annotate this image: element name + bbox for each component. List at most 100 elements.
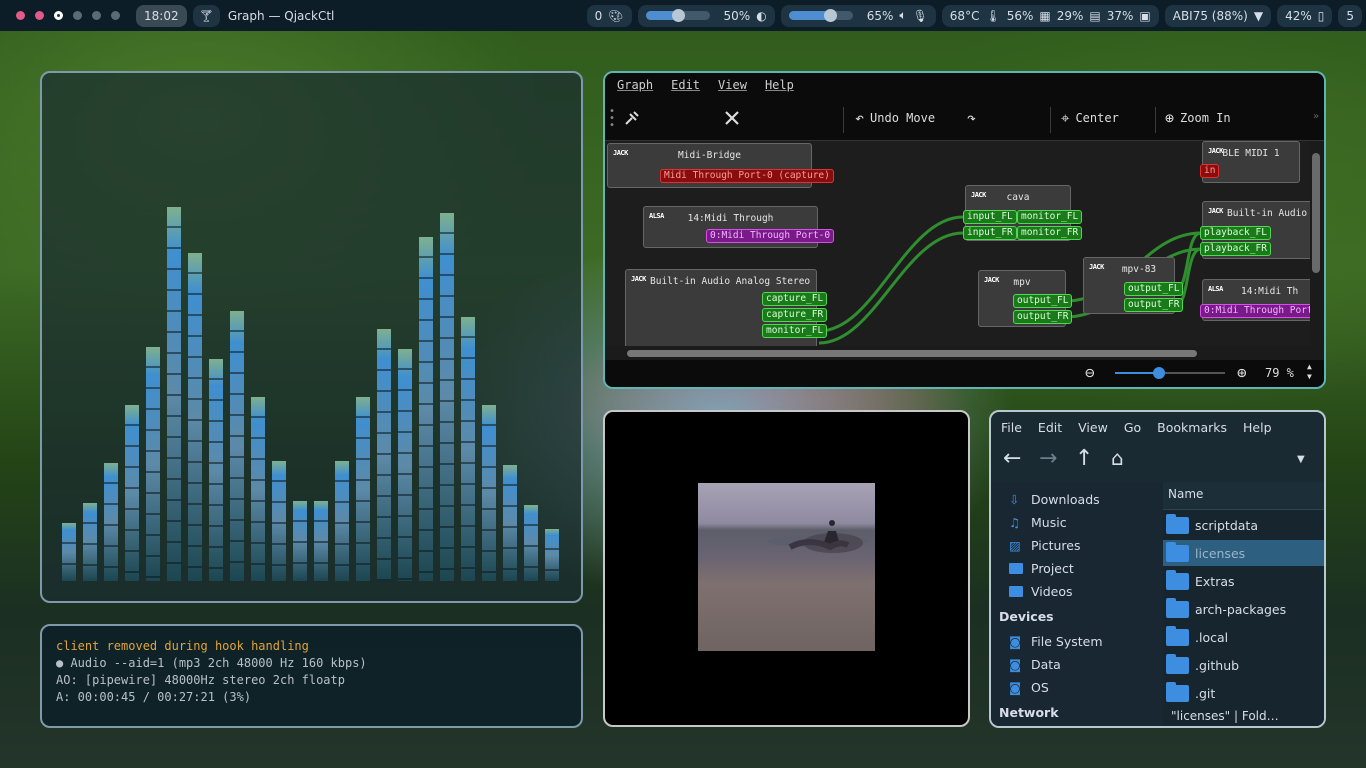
port-monitor-fl[interactable]: monitor_FL (762, 324, 828, 338)
volume-widget[interactable]: 50% ◐ (637, 4, 775, 27)
menu-edit[interactable]: Edit (1038, 420, 1062, 435)
menu-go[interactable]: Go (1124, 420, 1141, 435)
port-in[interactable]: in (1200, 164, 1220, 178)
connect-button[interactable] (623, 109, 641, 127)
file-manager-window[interactable]: File Edit View Go Bookmarks Help ← → ↑ ⌂… (989, 410, 1326, 728)
port-midi-through-0[interactable]: 0:Midi Through Port-0 (706, 229, 835, 243)
workspace-dot-4[interactable] (73, 11, 82, 20)
node-midi-through[interactable]: ALSA 14:Midi Through 0:Midi Through Port… (643, 206, 835, 248)
file-row-licenses[interactable]: licenses (1163, 540, 1324, 566)
port-input-fr[interactable]: input_FR (963, 226, 1017, 240)
workspace-dot-5[interactable] (92, 11, 101, 20)
sidebar-item-videos[interactable]: Videos (1009, 584, 1073, 599)
sidebar-item-os[interactable]: ◙ OS (1009, 680, 1049, 695)
port-capture-fl[interactable]: capture_FL (762, 292, 828, 306)
node-midi-through-right[interactable]: ALSA 14:Midi Th 0:Midi Through Port- (1200, 279, 1310, 321)
horizontal-scrollbar[interactable] (627, 350, 1197, 357)
node-ble-midi[interactable]: JACK BLE MIDI 1 in (1200, 141, 1300, 183)
port-input-fl[interactable]: input_FL (963, 210, 1017, 224)
undo-move-button[interactable]: ↶ Undo Move (855, 109, 935, 127)
port-playback-fr[interactable]: playback_FR (1200, 242, 1271, 256)
port-monitor-fr[interactable]: monitor_FR (1017, 226, 1083, 240)
sidebar-item-music[interactable]: ♫ Music (1009, 515, 1067, 530)
zoom-in-icon[interactable]: ⊕ (1237, 363, 1247, 382)
workspace-dot-1[interactable] (16, 11, 25, 20)
vertical-scrollbar[interactable] (1312, 153, 1320, 273)
menu-bookmarks[interactable]: Bookmarks (1157, 420, 1227, 435)
disconnect-icon (725, 111, 739, 125)
menu-help[interactable]: Help (1243, 420, 1272, 435)
sidebar-item-pictures[interactable]: ▨ Pictures (1009, 538, 1081, 553)
disconnect-button[interactable] (723, 109, 741, 127)
menu-file[interactable]: File (1001, 420, 1022, 435)
file-row-extras[interactable]: Extras (1163, 568, 1324, 594)
workspace-indicators[interactable] (0, 11, 120, 20)
battery-widget[interactable]: 42% ▯ (1277, 4, 1333, 27)
workspace-dot-3[interactable] (54, 11, 63, 20)
port-output-fr[interactable]: output_FR (1013, 310, 1073, 324)
notification-counter[interactable]: 0 🎨︎ (586, 4, 632, 27)
menu-edit[interactable]: Edit (671, 78, 700, 92)
video-frame[interactable] (698, 483, 875, 651)
volume-knob[interactable] (671, 9, 685, 22)
sidebar-item-project[interactable]: Project (1009, 561, 1074, 576)
mic-slider[interactable] (788, 9, 853, 22)
center-button[interactable]: ⌖ Center (1061, 109, 1119, 127)
system-stats[interactable]: 68°C 🌡︎ 56% ▦ 29% ▤ 37% ▣ (941, 4, 1159, 27)
file-row-github[interactable]: .github (1163, 652, 1324, 678)
port-capture-fr[interactable]: capture_FR (762, 308, 828, 322)
up-arrow-icon[interactable]: ↑ (1075, 446, 1093, 471)
zoom-in-button[interactable]: ⊕ Zoom In (1165, 109, 1231, 127)
file-list[interactable]: Name scriptdata licenses Extras arch-pac… (1163, 482, 1324, 726)
node-midi-bridge[interactable]: JACK Midi-Bridge Midi Through Port-0 (ca… (607, 143, 834, 188)
mpv-terminal-window[interactable]: client removed during hook handling ● Au… (40, 624, 583, 728)
zoom-spin-arrows[interactable]: ▲ ▼ (1307, 362, 1312, 382)
volume-slider[interactable] (645, 9, 710, 22)
dropdown-arrow-icon[interactable]: ▼ (1297, 454, 1305, 465)
workspace-dot-6[interactable] (111, 11, 120, 20)
zoom-slider[interactable] (1115, 367, 1225, 379)
redo-button[interactable]: ↷ (967, 109, 976, 127)
sidebar-item-data[interactable]: ◙ Data (1009, 657, 1061, 672)
sidebar-item-file-system[interactable]: ◙ File System (1009, 634, 1103, 649)
file-row-arch-packages[interactable]: arch-packages (1163, 596, 1324, 622)
qjackctl-window[interactable]: Graph Edit View Help • • • ↶ Undo Move ↷ ⌖ C… (603, 71, 1326, 389)
port-midi-through-capture[interactable]: Midi Through Port-0 (capture) (660, 169, 834, 183)
node-builtin-audio-capture[interactable]: JACK Built-in Audio Analog Stereo captur… (625, 269, 828, 346)
node-builtin-audio-playback[interactable]: JACK Built-in Audio playback_FL playback… (1200, 201, 1310, 259)
column-header-name[interactable]: Name (1163, 482, 1324, 510)
zoom-slider-knob[interactable] (1153, 367, 1165, 379)
video-rider-head (829, 520, 835, 526)
mic-widget[interactable]: 65% 🔈︎ 🎙︎ (780, 4, 936, 27)
node-mpv-83[interactable]: JACK mpv-83 output_FL output_FR (1083, 257, 1184, 314)
port-output-fl[interactable]: output_FL (1013, 294, 1073, 308)
port-midi-through-0[interactable]: 0:Midi Through Port- (1200, 304, 1310, 318)
forward-arrow-icon[interactable]: → (1039, 446, 1057, 471)
mic-knob[interactable] (824, 9, 838, 22)
port-output-fl[interactable]: output_FL (1124, 282, 1184, 296)
port-playback-fl[interactable]: playback_FL (1200, 226, 1271, 240)
menu-graph[interactable]: Graph (617, 78, 653, 92)
menu-view[interactable]: View (718, 78, 747, 92)
port-monitor-fl[interactable]: monitor_FL (1017, 210, 1083, 224)
zoom-out-icon[interactable]: ⊖ (1085, 363, 1095, 382)
mpv-video-window[interactable] (603, 410, 970, 727)
file-row-scriptdata[interactable]: scriptdata (1163, 512, 1324, 538)
workspace-dot-2[interactable] (35, 11, 44, 20)
graph-canvas[interactable]: JACK Midi-Bridge Midi Through Port-0 (ca… (605, 141, 1310, 346)
clock[interactable]: 18:02 (136, 4, 187, 27)
workspace-count[interactable]: 5 (1338, 4, 1362, 27)
node-mpv[interactable]: JACK mpv output_FL output_FR (978, 270, 1073, 327)
sidebar-item-downloads[interactable]: ⇩ Downloads (1009, 492, 1100, 507)
menu-help[interactable]: Help (765, 78, 794, 92)
menu-view[interactable]: View (1078, 420, 1108, 435)
back-arrow-icon[interactable]: ← (1003, 446, 1021, 471)
node-cava[interactable]: JACK cava input_FL input_FR monitor_FL m… (963, 185, 1083, 241)
file-row-local[interactable]: .local (1163, 624, 1324, 650)
file-row-git[interactable]: .git (1163, 680, 1324, 706)
wifi-widget[interactable]: ABI75 (88%) ▼ (1164, 4, 1272, 27)
cava-window[interactable] (40, 71, 583, 603)
port-output-fr[interactable]: output_FR (1124, 298, 1184, 312)
home-icon[interactable]: ⌂ (1111, 446, 1124, 470)
toolbar-overflow-icon[interactable]: » (1313, 111, 1319, 122)
